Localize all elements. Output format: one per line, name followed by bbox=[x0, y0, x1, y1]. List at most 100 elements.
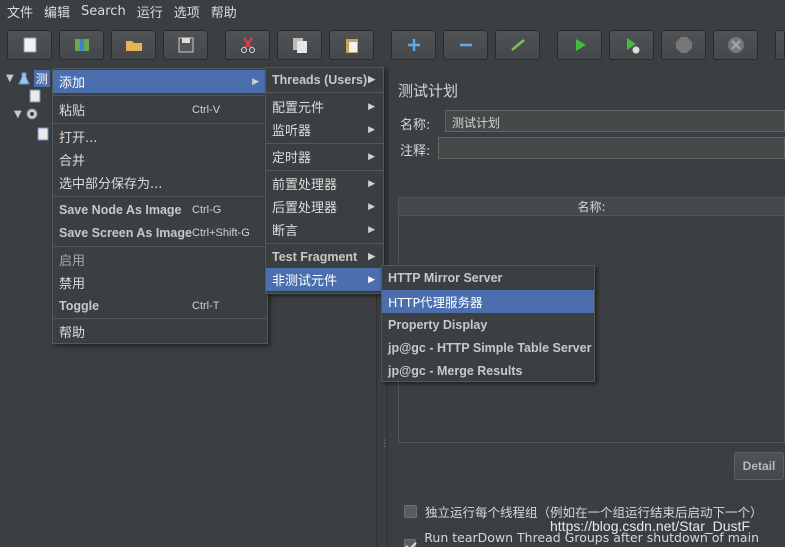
menu-item-save-screen-as-image[interactable]: Save Screen As Image Ctrl+Shift-G bbox=[53, 221, 267, 244]
menu-item-enable[interactable]: 启用 bbox=[53, 248, 267, 271]
menu-item-label: 粘贴 bbox=[59, 104, 86, 119]
submenu-arrow-icon: ▶ bbox=[368, 101, 375, 112]
menu-item-pre-processor[interactable]: 前置处理器 ▶ bbox=[266, 172, 383, 195]
menu-item-save-node-as-image[interactable]: Save Node As Image Ctrl-G bbox=[53, 198, 267, 221]
detail-button[interactable]: Detail bbox=[734, 452, 784, 480]
submenu-arrow-icon: ▶ bbox=[252, 76, 259, 87]
start-button[interactable] bbox=[557, 30, 602, 60]
menu-item-property-display[interactable]: Property Display bbox=[382, 313, 594, 336]
tree-node-child-2[interactable]: ▼ bbox=[14, 107, 39, 121]
submenu-arrow-icon: ▶ bbox=[368, 74, 375, 84]
name-field[interactable]: 测试计划 bbox=[445, 110, 785, 132]
menu-options[interactable]: 选项 bbox=[171, 2, 208, 21]
menu-item-disable[interactable]: 禁用 bbox=[53, 271, 267, 294]
save-button[interactable] bbox=[163, 30, 208, 60]
menu-item-merge[interactable]: 合并 bbox=[53, 148, 267, 171]
paste-button[interactable] bbox=[329, 30, 374, 60]
toolbar-overflow-button[interactable] bbox=[775, 30, 785, 60]
expand-icon bbox=[407, 39, 420, 51]
menu-item-http-proxy-server[interactable]: HTTP代理服务器 bbox=[382, 290, 594, 313]
menu-item-timer[interactable]: 定时器 ▶ bbox=[266, 145, 383, 168]
comment-field[interactable] bbox=[438, 137, 785, 159]
menu-separator bbox=[53, 123, 267, 124]
menu-item-label: 后置处理器 bbox=[272, 201, 338, 216]
start-no-pauses-button[interactable] bbox=[609, 30, 654, 60]
menu-item-threads[interactable]: Threads (Users) ▶ bbox=[266, 68, 383, 91]
toggle-button[interactable] bbox=[495, 30, 540, 60]
menu-item-label: HTTP Mirror Server bbox=[388, 270, 503, 285]
gear-icon bbox=[26, 108, 38, 120]
menu-item-http-simple-table-server[interactable]: jp@gc - HTTP Simple Table Server bbox=[382, 336, 594, 359]
menu-edit[interactable]: 编辑 bbox=[41, 2, 78, 21]
menu-item-label: 添加 bbox=[59, 76, 86, 91]
checkbox-box[interactable] bbox=[404, 538, 417, 547]
menu-separator bbox=[53, 196, 267, 197]
menu-item-label: 禁用 bbox=[59, 277, 86, 292]
menu-item-listener[interactable]: 监听器 ▶ bbox=[266, 118, 383, 141]
cut-icon bbox=[240, 37, 255, 53]
menu-search[interactable]: Search bbox=[78, 4, 134, 19]
menu-separator bbox=[53, 318, 267, 319]
templates-icon bbox=[74, 39, 89, 51]
menu-item-post-processor[interactable]: 后置处理器 ▶ bbox=[266, 195, 383, 218]
tree-node-test-plan[interactable]: ▼ 测 bbox=[6, 70, 50, 87]
submenu-arrow-icon: ▶ bbox=[368, 224, 375, 235]
new-button[interactable] bbox=[7, 30, 52, 60]
menu-item-config-element[interactable]: 配置元件 ▶ bbox=[266, 95, 383, 118]
watermark: https://blog.csdn.net/Star_DustF bbox=[550, 518, 750, 534]
menu-run[interactable]: 运行 bbox=[134, 2, 171, 21]
menu-item-open[interactable]: 打开... bbox=[53, 125, 267, 148]
menu-item-non-test-elements[interactable]: 非测试元件 ▶ bbox=[266, 268, 383, 291]
tree-node-child-1[interactable] bbox=[28, 89, 42, 103]
submenu-arrow-icon: ▶ bbox=[368, 178, 375, 189]
menu-item-shortcut: Ctrl+Shift-G bbox=[192, 226, 250, 239]
menu-item-label: Threads (Users) bbox=[272, 72, 368, 87]
expand-all-button[interactable] bbox=[391, 30, 436, 60]
cut-button[interactable] bbox=[225, 30, 270, 60]
menu-file[interactable]: 文件 bbox=[4, 2, 41, 21]
menu-item-label: Toggle bbox=[59, 298, 100, 313]
toolbar bbox=[0, 24, 785, 66]
open-button[interactable] bbox=[111, 30, 156, 60]
menu-item-label: 帮助 bbox=[59, 326, 86, 341]
start-icon bbox=[575, 39, 586, 51]
menu-separator bbox=[53, 95, 267, 96]
collapse-all-button[interactable] bbox=[443, 30, 488, 60]
menu-item-shortcut: Ctrl-V bbox=[192, 103, 221, 116]
menu-item-merge-results[interactable]: jp@gc - Merge Results bbox=[382, 359, 594, 382]
menu-item-test-fragment[interactable]: Test Fragment ▶ bbox=[266, 245, 383, 268]
menu-separator bbox=[266, 92, 383, 93]
menu-separator bbox=[266, 243, 383, 244]
expand-triangle-icon[interactable]: ▼ bbox=[14, 109, 22, 120]
comment-label: 注释: bbox=[400, 144, 431, 159]
table-header-name: 名称: bbox=[399, 198, 784, 216]
menu-separator bbox=[266, 143, 383, 144]
checkbox-box[interactable] bbox=[404, 505, 417, 518]
name-label: 名称: bbox=[400, 118, 431, 133]
menu-item-assertion[interactable]: 断言 ▶ bbox=[266, 218, 383, 241]
menu-item-save-selection-as[interactable]: 选中部分保存为... bbox=[53, 171, 267, 194]
templates-button[interactable] bbox=[59, 30, 104, 60]
tree-node-child-3[interactable] bbox=[36, 127, 50, 141]
submenu-arrow-icon: ▶ bbox=[368, 201, 375, 212]
tree-node-label: 测 bbox=[33, 70, 50, 87]
start-no-pauses-icon bbox=[626, 38, 639, 54]
menu-item-add[interactable]: 添加 ▶ bbox=[53, 70, 267, 93]
menu-item-label: 定时器 bbox=[272, 151, 312, 166]
copy-button[interactable] bbox=[277, 30, 322, 60]
menu-item-http-mirror-server[interactable]: HTTP Mirror Server bbox=[382, 266, 594, 289]
expand-triangle-icon[interactable]: ▼ bbox=[6, 73, 14, 84]
menu-help[interactable]: 帮助 bbox=[208, 2, 245, 21]
menu-item-label: Property Display bbox=[388, 317, 488, 332]
menu-item-label: 监听器 bbox=[272, 124, 312, 139]
menu-item-paste[interactable]: 粘贴 Ctrl-V bbox=[53, 98, 267, 121]
menu-item-label: 前置处理器 bbox=[272, 178, 338, 193]
shutdown-button[interactable] bbox=[713, 30, 758, 60]
menu-separator bbox=[53, 246, 267, 247]
flask-icon bbox=[17, 72, 30, 84]
new-icon bbox=[23, 37, 36, 53]
menu-item-toggle[interactable]: Toggle Ctrl-T bbox=[53, 294, 267, 317]
menu-item-help[interactable]: 帮助 bbox=[53, 320, 267, 343]
menu-item-label: 断言 bbox=[272, 224, 299, 239]
stop-button[interactable] bbox=[661, 30, 706, 60]
